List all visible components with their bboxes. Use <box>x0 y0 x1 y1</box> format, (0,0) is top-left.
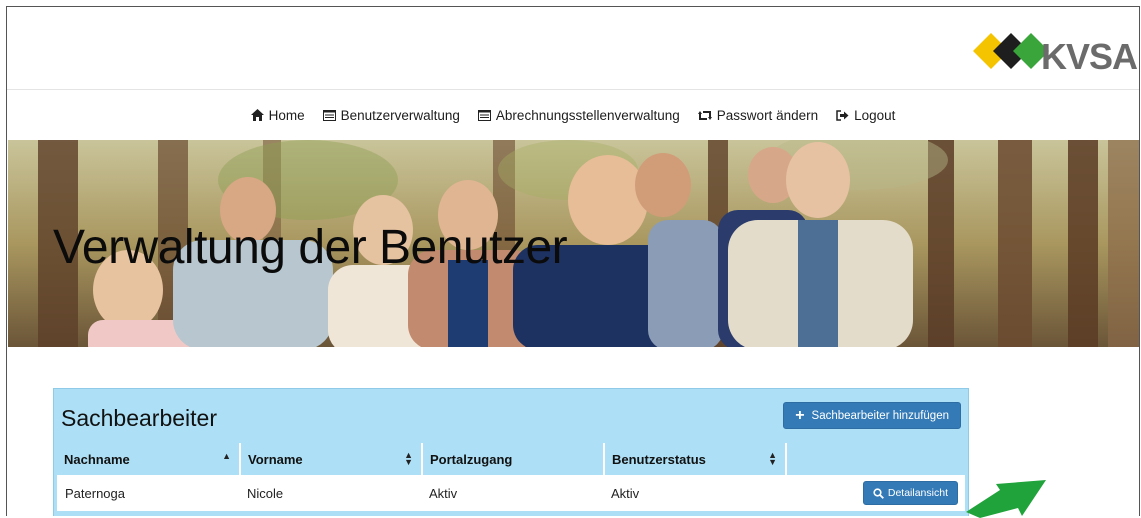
cell-portalzugang: Aktiv <box>421 475 603 511</box>
nav-item-label: Logout <box>854 107 896 123</box>
column-label: Vorname <box>248 451 303 467</box>
nav-item-label: Benutzerverwaltung <box>340 107 460 123</box>
nav-item-home[interactable]: Home <box>250 107 305 123</box>
search-icon <box>873 487 884 499</box>
add-sachbearbeiter-button[interactable]: + Sachbearbeiter hinzufügen <box>783 402 961 429</box>
page-title: Verwaltung der Benutzer <box>53 221 568 274</box>
column-label: Nachname <box>64 451 130 467</box>
logo-text: KVSA <box>1041 36 1138 77</box>
logout-icon <box>836 109 849 121</box>
column-header-nachname[interactable]: Nachname ▲ <box>57 443 239 475</box>
nav-item-logout[interactable]: Logout <box>836 108 895 123</box>
sachbearbeiter-panel: Sachbearbeiter + Sachbearbeiter hinzufüg… <box>53 388 969 516</box>
retweet-icon <box>697 110 712 121</box>
sort-icon: ▲ ▼ <box>404 450 413 467</box>
nav-item-benutzerverwaltung[interactable]: Benutzerverwaltung <box>322 107 460 123</box>
column-header-benutzerstatus[interactable]: Benutzerstatus ▲ ▼ <box>603 443 785 475</box>
sort-asc-icon: ▲ <box>222 451 231 461</box>
table-row: Paternoga Nicole Aktiv Aktiv Detailansic… <box>57 475 965 511</box>
add-button-label: Sachbearbeiter hinzufügen <box>811 409 949 422</box>
detailansicht-button[interactable]: Detailansicht <box>862 481 958 505</box>
column-header-portalzugang[interactable]: Portalzugang <box>421 443 603 475</box>
cell-actions: Detailansicht <box>785 475 965 511</box>
cell-vorname: Nicole <box>239 475 421 511</box>
detail-button-label: Detailansicht <box>887 487 948 499</box>
list-icon <box>322 109 336 121</box>
panel-title: Sachbearbeiter <box>61 405 217 431</box>
nav-item-label: Passwort ändern <box>716 107 819 123</box>
column-label: Portalzugang <box>430 451 513 467</box>
plus-icon: + <box>795 406 805 424</box>
sort-icon: ▲ ▼ <box>768 450 777 467</box>
column-header-actions <box>785 443 965 475</box>
users-table: Nachname ▲ Vorname ▲ ▼ Portalzugang Benut… <box>57 443 965 511</box>
hero-banner: Verwaltung der Benutzer <box>8 140 1139 347</box>
pointer-arrow <box>966 480 1046 518</box>
column-label: Benutzerstatus <box>612 451 706 467</box>
list-icon <box>477 109 491 121</box>
main-nav: Home Benutzerverwaltung Abrechnungsstell… <box>7 105 1139 125</box>
nav-item-abrechnungsstellenverwaltung[interactable]: Abrechnungsstellenverwaltung <box>477 107 680 123</box>
header-divider <box>7 89 1139 90</box>
nav-item-label: Abrechnungsstellenverwaltung <box>495 107 680 123</box>
browser-viewport: KVSA Home Benutzerverwaltung Abrechnungs… <box>6 6 1140 516</box>
table-header-row: Nachname ▲ Vorname ▲ ▼ Portalzugang Benut… <box>57 443 965 475</box>
nav-item-label: Home <box>268 107 305 123</box>
cell-benutzerstatus: Aktiv <box>603 475 785 511</box>
column-header-vorname[interactable]: Vorname ▲ ▼ <box>239 443 421 475</box>
nav-item-passwort-aendern[interactable]: Passwort ändern <box>697 107 819 123</box>
home-icon <box>250 109 264 121</box>
cell-nachname: Paternoga <box>57 475 239 511</box>
